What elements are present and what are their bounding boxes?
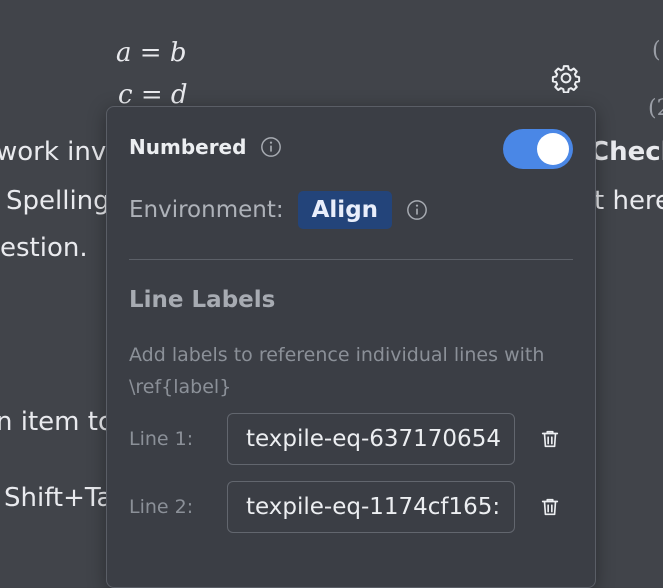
equation-line-1: a = b [116,38,187,68]
line-labels-title: Line Labels [129,287,276,313]
doc-text-shift-ta: Shift+Ta [4,483,113,513]
numbered-label: Numbered [129,135,247,159]
doc-text-n-item-to: n item to [0,407,114,437]
doc-text-work-inv: work inv [0,137,107,167]
environment-select[interactable]: Align [297,191,393,229]
line-2-label: Line 2: [129,496,194,518]
environment-info-icon[interactable] [406,199,428,221]
equation-number-2: (2 [648,96,663,121]
trash-icon[interactable] [539,496,561,518]
toggle-knob [537,133,569,165]
line-labels-help: Add labels to reference individual lines… [129,344,545,398]
equation-settings-popup: Numbered Environment: Align Line Labels … [106,106,596,588]
environment-row: Environment: Align [129,191,428,229]
line-2-input[interactable]: texpile-eq-1174cf165: [227,481,515,533]
line-1-input[interactable]: texpile-eq-637170654 [227,413,515,465]
divider [129,259,573,260]
equation-number-1: (1 [652,38,663,63]
line-1-label: Line 1: [129,428,194,450]
numbered-toggle[interactable] [503,129,573,169]
line-label-row-2: Line 2: texpile-eq-1174cf165: [129,481,561,533]
environment-label: Environment: [129,197,284,223]
numbered-row: Numbered [129,135,282,159]
gear-icon[interactable] [551,63,581,93]
line-label-row-1: Line 1: texpile-eq-637170654 [129,413,561,465]
doc-text-spelling: Spelling [6,186,110,216]
info-icon[interactable] [260,136,282,158]
doc-text-estion: estion. [0,233,88,263]
doc-text-check: Check [590,137,663,167]
doc-text-t-here: t here [594,186,663,216]
trash-icon[interactable] [539,428,561,450]
